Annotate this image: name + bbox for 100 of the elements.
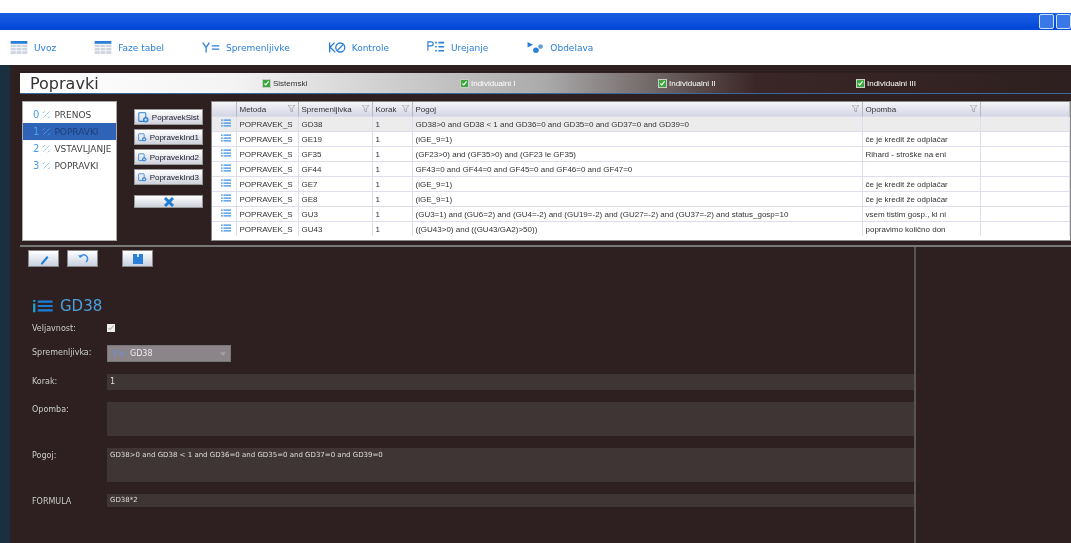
table-cell: (GF23>0) and (GF35>0) and (GF23 le GF35) — [415, 149, 576, 159]
toolbar-button[interactable]: Uvoz — [10, 41, 57, 54]
step-item[interactable]: 3 POPRAVKI — [23, 157, 116, 174]
column-header[interactable]: Spremenljivka — [298, 102, 372, 117]
toolbar-button[interactable]: Urejanje — [426, 41, 489, 54]
note-field[interactable] — [107, 402, 914, 436]
toolbar-button[interactable]: Kontrole — [327, 41, 389, 54]
table-row[interactable]: POPRAVEK_S GU3 1 (GU3=1) and (GU6=2) and (GU4=-2) and (GU19=-2) and (GU27=-2) and (GU37=-2) and status_gosp=10 vsem tistim gosp., ki ni — [212, 206, 1070, 222]
field-label: Korak: — [31, 376, 59, 386]
table-cell: 1 — [375, 224, 380, 234]
toolbar-button[interactable]: Spremenljivke — [201, 41, 290, 54]
table-cell: 1 — [375, 164, 380, 174]
list-icon — [221, 149, 231, 157]
column-header[interactable]: Korak — [372, 102, 412, 117]
validity-checkbox[interactable] — [107, 324, 115, 332]
save-button[interactable] — [122, 250, 153, 267]
nodes-icon — [526, 41, 545, 54]
table-cell: če je kredit že odplačar — [865, 194, 948, 204]
table-cell: POPRAVEK_S — [239, 224, 293, 234]
restore-button[interactable] — [1056, 14, 1071, 29]
filter-checkbox[interactable]: Sistemski — [262, 78, 460, 88]
add-button[interactable]: PopravekInd2 — [134, 149, 203, 165]
list-icon — [426, 41, 445, 54]
table-cell: POPRAVEK_S — [239, 179, 293, 189]
table-cell: GD38>0 and GD38 < 1 and GD36=0 and GD35=0 and GD37=0 and GD39=0 — [415, 119, 690, 129]
y-equals-icon — [112, 349, 126, 358]
table-row[interactable]: POPRAVEK_S GF35 1 (GF23>0) and (GF35>0) and (GF23 le GF35) Rihard - stroške na eni — [212, 146, 1070, 162]
table-cell: POPRAVEK_S — [239, 209, 293, 219]
table-cell: (iGE_9=1) — [415, 194, 453, 204]
filter-icon[interactable] — [401, 105, 409, 112]
filter-checkbox[interactable]: Individualni III — [856, 78, 1054, 88]
table-cell: GF43=0 and GF44=0 and GF45=0 and GF46=0 and GF47=0 — [415, 164, 633, 174]
add-button[interactable]: PopravekInd3 — [134, 169, 203, 185]
column-header[interactable]: Opomba — [862, 102, 980, 117]
table-row[interactable]: POPRAVEK_S GU43 1 ((GU43>0) and ((GU43/GA2)>50)) popravimo količno don — [212, 221, 1070, 236]
column-header[interactable]: Pogoj — [412, 102, 862, 117]
minimize-button[interactable] — [1039, 14, 1054, 29]
filter-icon[interactable] — [287, 105, 295, 112]
form-title: GD38 — [60, 297, 103, 315]
filter-icon[interactable] — [969, 105, 977, 112]
dashed-lines-icon — [42, 110, 52, 119]
y-equals-icon — [201, 41, 220, 54]
edit-button[interactable] — [28, 250, 59, 267]
list-icon — [32, 299, 54, 313]
add-document-icon — [138, 171, 147, 183]
step-item[interactable]: 0 PRENOS — [23, 106, 116, 123]
field-label: Veljavnost: — [31, 323, 77, 333]
table-cell: POPRAVEK_S — [239, 134, 293, 144]
table-cell: 1 — [375, 179, 380, 189]
field-label: Opomba: — [31, 404, 70, 414]
table-cell: 1 — [375, 194, 380, 204]
table-cell: 1 — [375, 119, 380, 129]
list-icon — [221, 209, 231, 217]
column-header[interactable]: Metoda — [236, 102, 298, 117]
field-label: Spremenljivka: — [31, 347, 93, 357]
field-label: Pogoj: — [31, 450, 58, 460]
table-row[interactable]: POPRAVEK_S GE19 1 (iGE_9=1) če je kredit že odplačar — [212, 131, 1070, 147]
undo-button[interactable] — [67, 250, 98, 267]
check-icon — [460, 78, 469, 88]
save-icon — [131, 252, 144, 265]
list-icon — [221, 119, 231, 127]
add-document-icon — [138, 131, 147, 143]
table-cell: GE19 — [301, 134, 322, 144]
filter-icon[interactable] — [361, 105, 369, 112]
toolbar-button[interactable]: Faze tabel — [94, 41, 164, 54]
field-label: FORMULA — [31, 496, 73, 506]
table-cell: (GU3=1) and (GU6=2) and (GU4=-2) and (GU19=-2) and (GU27=-2) and (GU37=-2) and status_gosp=10 — [415, 209, 789, 219]
add-button[interactable]: PopravekInd1 — [134, 129, 203, 145]
table-row[interactable]: POPRAVEK_S GF44 1 GF43=0 and GF44=0 and GF45=0 and GF46=0 and GF47=0 — [212, 161, 1070, 177]
list-icon — [221, 179, 231, 187]
filter-icon[interactable] — [851, 105, 859, 112]
page-title: Popravki — [29, 73, 100, 93]
list-icon — [221, 224, 231, 232]
toolbar-button[interactable]: Obdelava — [526, 41, 594, 54]
delete-button[interactable] — [134, 195, 203, 208]
close-icon — [162, 195, 175, 208]
table-cell: (iGE_9=1) — [415, 134, 453, 144]
add-button[interactable]: PopravekSist — [134, 109, 203, 125]
list-icon — [221, 134, 231, 142]
filter-checkbox[interactable]: Individualni II — [658, 78, 856, 88]
dashed-lines-icon — [42, 161, 52, 170]
table-cell: GU3 — [301, 209, 318, 219]
step-field[interactable]: 1 — [107, 374, 914, 390]
caret-icon — [220, 351, 226, 356]
table-cell: GD38 — [301, 119, 323, 129]
table-cell: popravimo količno don — [865, 224, 946, 234]
table-cell: (iGE_9=1) — [415, 179, 453, 189]
table-cell: 1 — [375, 134, 380, 144]
table-cell: GF35 — [301, 149, 322, 159]
table-cell: ((GU43>0) and ((GU43/GA2)>50)) — [415, 224, 538, 234]
ko-icon — [327, 41, 346, 54]
undo-icon — [76, 252, 89, 265]
table-row[interactable]: POPRAVEK_S GE8 1 (iGE_9=1) če je kredit že odplačar — [212, 191, 1070, 207]
table-icon — [10, 41, 28, 54]
table-row[interactable]: POPRAVEK_S GE7 1 (iGE_9=1) če je kredit že odplačar — [212, 176, 1070, 192]
step-item[interactable]: 2 VSTAVLJANJE — [23, 140, 116, 157]
check-icon — [856, 78, 865, 88]
check-icon — [658, 78, 667, 88]
table-cell: GE8 — [301, 194, 318, 204]
list-icon — [221, 194, 231, 202]
